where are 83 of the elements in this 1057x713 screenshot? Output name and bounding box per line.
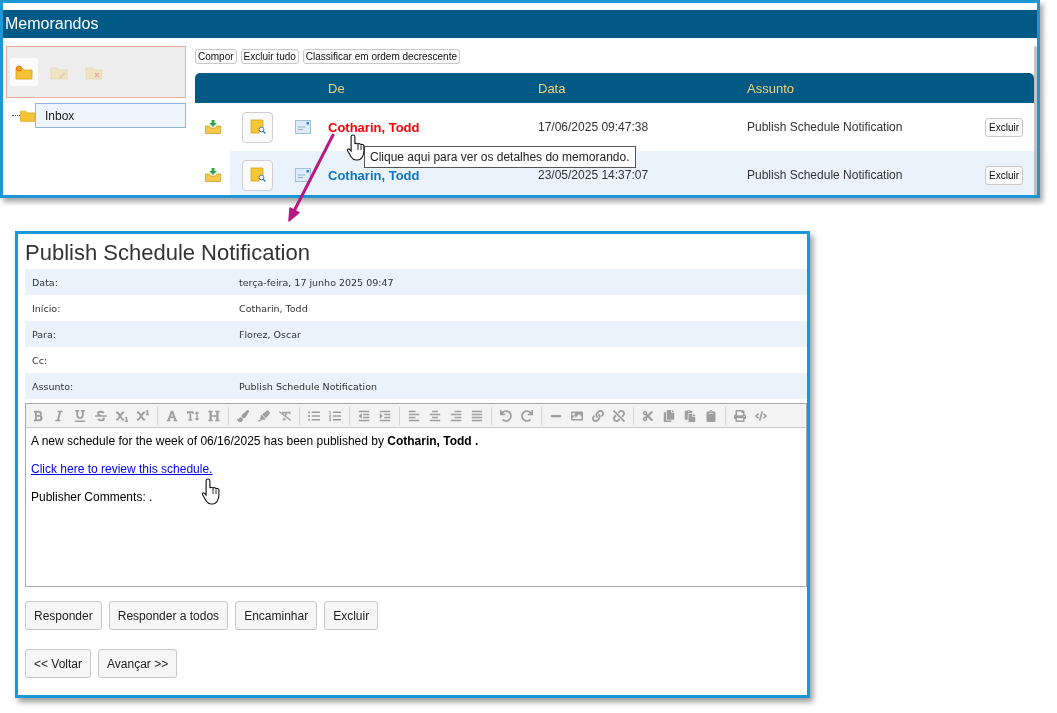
print-icon[interactable]: [734, 409, 746, 422]
action-button[interactable]: Encaminhar: [235, 601, 318, 630]
bulleted-list-icon[interactable]: [308, 409, 320, 422]
underline-icon[interactable]: [74, 409, 86, 422]
field-label: Data:: [32, 276, 58, 288]
clipboard-icon[interactable]: [705, 409, 717, 422]
copy-icon[interactable]: [663, 409, 675, 422]
field-label: Início:: [32, 302, 61, 314]
cut-icon[interactable]: [642, 409, 654, 422]
folder-icon: [20, 109, 35, 122]
image-icon[interactable]: [571, 409, 583, 422]
inbox-tray-icon: [204, 168, 221, 182]
font-icon[interactable]: [166, 409, 178, 422]
highlighter-icon[interactable]: [258, 409, 270, 422]
clear-format-icon[interactable]: [279, 409, 291, 422]
message-text: Publisher Comments: .: [31, 490, 153, 504]
link-icon[interactable]: [592, 409, 604, 422]
column-header: Assunto: [747, 80, 794, 96]
table-cell: Publish Schedule Notification: [747, 120, 903, 134]
italic-icon[interactable]: [53, 409, 65, 422]
sender-link[interactable]: Cotharin, Todd: [328, 167, 420, 183]
toolbar-button[interactable]: Compor: [195, 49, 237, 64]
view-note-button[interactable]: [242, 111, 273, 143]
undo-icon[interactable]: [500, 409, 512, 422]
align-left-icon[interactable]: [408, 409, 420, 422]
inbox-tray-icon: [204, 120, 221, 134]
sticky-note-icon: [249, 167, 266, 183]
heading-icon[interactable]: [208, 409, 220, 422]
view-note-button[interactable]: [242, 159, 273, 191]
hand-cursor-icon: [346, 134, 368, 161]
field-value: terça-feira, 17 junho 2025 09:47: [239, 276, 394, 288]
code-icon[interactable]: [755, 409, 767, 422]
field-value: Publish Schedule Notification: [239, 380, 378, 392]
indent-icon[interactable]: [379, 409, 391, 422]
bold-icon[interactable]: [32, 409, 44, 422]
align-right-icon[interactable]: [450, 409, 462, 422]
table-cell: Publish Schedule Notification: [747, 168, 903, 182]
column-header: Data: [538, 80, 566, 96]
paste-icon[interactable]: [684, 409, 696, 422]
field-label: Assunto:: [32, 380, 74, 392]
document-icon: [294, 120, 311, 134]
sticky-note-icon: [249, 119, 266, 135]
message-text: A new schedule for the week of 06/16/2025 has been published by Cotharin, Todd .: [31, 434, 479, 448]
tooltip: Clique aqui para ver os detalhes do memorando.: [364, 146, 636, 168]
folder-pencil-icon: [50, 64, 68, 80]
hand-cursor-icon: [201, 478, 223, 505]
subscript-icon[interactable]: [116, 409, 128, 422]
table-cell: 23/05/2025 14:37:07: [538, 168, 649, 182]
strikethrough-icon[interactable]: [95, 409, 107, 422]
folder-x-icon: [85, 64, 103, 80]
new-folder-button[interactable]: [10, 58, 38, 86]
field-value: Florez, Oscar: [239, 328, 301, 340]
sender-link[interactable]: Cotharin, Todd: [328, 119, 420, 135]
paintbrush-icon[interactable]: [237, 409, 249, 422]
align-justify-icon[interactable]: [471, 409, 483, 422]
toolbar-button[interactable]: Classificar em ordem decrescente: [302, 49, 460, 64]
delete-button[interactable]: Excluir: [985, 165, 1023, 185]
superscript-icon[interactable]: [137, 409, 149, 422]
nav-button[interactable]: Avançar >>: [98, 649, 178, 678]
action-button[interactable]: Responder: [25, 601, 102, 630]
text-size-icon[interactable]: [187, 409, 199, 422]
scrollbar[interactable]: [1034, 46, 1037, 195]
field-label: Para:: [32, 328, 57, 340]
numbered-list-icon[interactable]: [329, 409, 341, 422]
column-header: De: [328, 80, 345, 96]
tree-item[interactable]: Inbox: [35, 103, 186, 128]
document-icon: [294, 168, 311, 182]
review-link[interactable]: Click here to review this schedule.: [31, 462, 213, 476]
redo-icon[interactable]: [521, 409, 533, 422]
table-cell: 17/06/2025 09:47:38: [538, 120, 649, 134]
align-center-icon[interactable]: [429, 409, 441, 422]
toolbar-button[interactable]: Excluir tudo: [240, 49, 299, 64]
field-label: Cc:: [32, 354, 48, 366]
outdent-icon[interactable]: [358, 409, 370, 422]
field-value: Cotharin, Todd: [239, 302, 308, 314]
tree-line: [12, 115, 20, 116]
delete-button[interactable]: Excluir: [985, 117, 1023, 137]
unlink-icon[interactable]: [613, 409, 625, 422]
nav-button[interactable]: << Voltar: [25, 649, 92, 678]
window-title: Memorandos: [5, 15, 99, 33]
memo-title: Publish Schedule Notification: [25, 238, 310, 267]
action-button[interactable]: Excluir: [324, 601, 379, 630]
action-button[interactable]: Responder a todos: [108, 601, 229, 630]
